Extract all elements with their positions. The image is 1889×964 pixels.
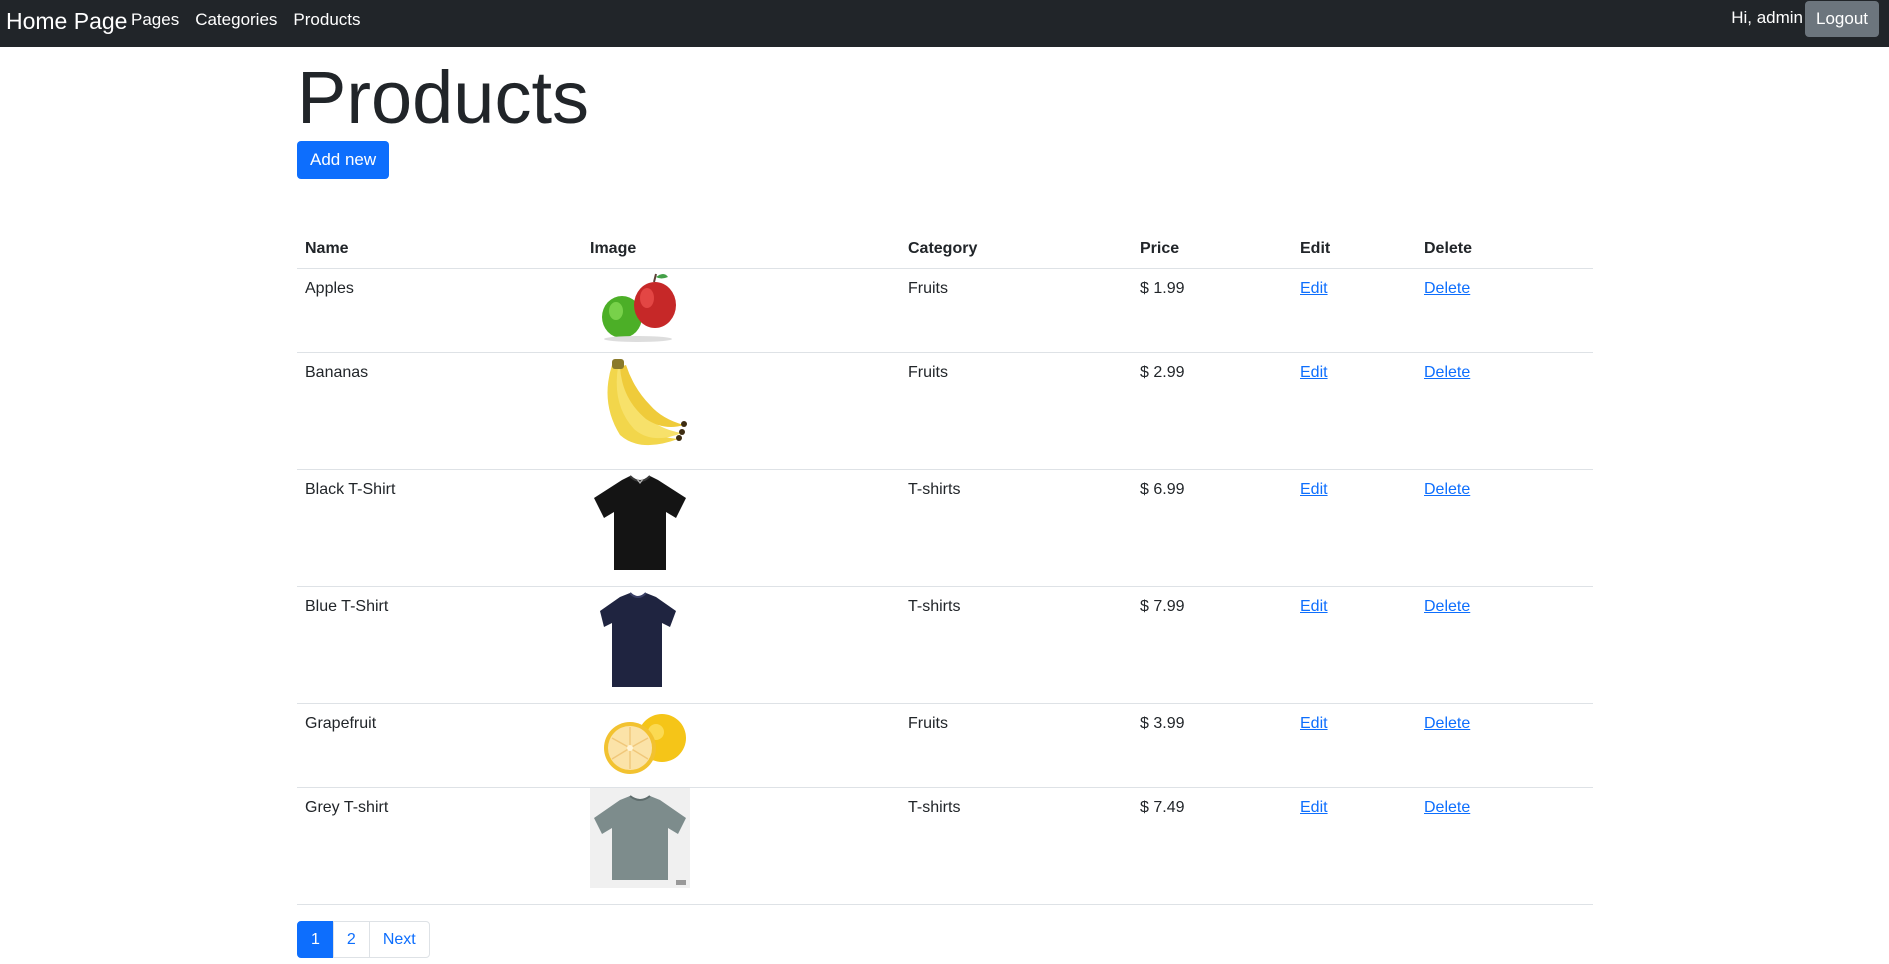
delete-link[interactable]: Delete	[1424, 481, 1470, 498]
product-category: T-shirts	[900, 586, 1132, 704]
delete-cell: Delete	[1416, 469, 1593, 587]
delete-link[interactable]: Delete	[1424, 598, 1470, 615]
delete-link[interactable]: Delete	[1424, 799, 1470, 816]
table-row: Bananas Fruits $ 2.99 Edit Delete	[297, 352, 1593, 470]
grey-tshirt-image	[590, 787, 690, 888]
products-table: Name Image Category Price Edit Delete Ap…	[297, 230, 1593, 905]
header-name: Name	[297, 230, 582, 269]
table-row: Grapefruit Fruits $ 3.99 Edit Delete	[297, 703, 1593, 788]
product-category: Fruits	[900, 268, 1132, 353]
top-navbar: Home Page Pages Categories Products Hi, …	[0, 0, 1889, 47]
product-name: Apples	[297, 268, 582, 353]
product-image-cell	[582, 352, 900, 470]
edit-cell: Edit	[1292, 268, 1416, 353]
user-greeting: Hi, admin	[1731, 8, 1803, 27]
header-price: Price	[1132, 230, 1292, 269]
bananas-image	[607, 358, 687, 445]
page-1-button[interactable]: 1	[297, 921, 334, 958]
product-image-cell	[582, 703, 900, 788]
edit-cell: Edit	[1292, 469, 1416, 587]
product-category: Fruits	[900, 352, 1132, 470]
page-title: Products	[297, 56, 590, 139]
edit-link[interactable]: Edit	[1300, 280, 1328, 297]
edit-cell: Edit	[1292, 787, 1416, 905]
delete-link[interactable]: Delete	[1424, 364, 1470, 381]
delete-cell: Delete	[1416, 703, 1593, 788]
delete-cell: Delete	[1416, 586, 1593, 704]
edit-link[interactable]: Edit	[1300, 364, 1328, 381]
delete-link[interactable]: Delete	[1424, 715, 1470, 732]
edit-cell: Edit	[1292, 586, 1416, 704]
edit-link[interactable]: Edit	[1300, 598, 1328, 615]
delete-cell: Delete	[1416, 268, 1593, 353]
header-image: Image	[582, 230, 900, 269]
product-image-cell	[582, 268, 900, 353]
table-row: Grey T-shirt T-shirts $ 7.49 Edit Delete	[297, 787, 1593, 905]
blue-tshirt-image	[600, 591, 676, 687]
table-row: Black T-Shirt T-shirts $ 6.99 Edit Delet…	[297, 469, 1593, 587]
product-name: Grey T-shirt	[297, 787, 582, 905]
product-price: $ 2.99	[1132, 352, 1292, 470]
delete-link[interactable]: Delete	[1424, 280, 1470, 297]
next-page-button[interactable]: Next	[368, 921, 430, 958]
page-2-button[interactable]: 2	[332, 921, 370, 958]
product-name: Grapefruit	[297, 703, 582, 788]
edit-cell: Edit	[1292, 703, 1416, 788]
nav-link-pages[interactable]: Pages	[131, 10, 179, 30]
product-image-cell	[582, 469, 900, 587]
nav-link-products[interactable]: Products	[293, 10, 360, 30]
product-category: Fruits	[900, 703, 1132, 788]
edit-link[interactable]: Edit	[1300, 481, 1328, 498]
product-name: Bananas	[297, 352, 582, 470]
delete-cell: Delete	[1416, 787, 1593, 905]
table-header-row: Name Image Category Price Edit Delete	[297, 230, 1593, 269]
apples-image	[602, 273, 676, 342]
main-content: Products Add new Name Image Category Pri…	[297, 47, 1593, 905]
add-new-button[interactable]: Add new	[297, 141, 390, 179]
edit-cell: Edit	[1292, 352, 1416, 470]
pagination: 1 2 Next	[297, 921, 430, 958]
edit-link[interactable]: Edit	[1300, 715, 1328, 732]
product-price: $ 6.99	[1132, 469, 1292, 587]
delete-cell: Delete	[1416, 352, 1593, 470]
nav-links: Pages Categories Products	[131, 10, 377, 30]
product-category: T-shirts	[900, 787, 1132, 905]
header-edit: Edit	[1292, 230, 1416, 269]
product-category: T-shirts	[900, 469, 1132, 587]
black-tshirt-image	[594, 474, 686, 570]
product-price: $ 7.49	[1132, 787, 1292, 905]
header-delete: Delete	[1416, 230, 1593, 269]
product-name: Black T-Shirt	[297, 469, 582, 587]
grapefruit-image	[604, 713, 686, 774]
product-image-cell	[582, 586, 900, 704]
product-price: $ 3.99	[1132, 703, 1292, 788]
table-row: Blue T-Shirt T-shirts $ 7.99 Edit Delete	[297, 586, 1593, 704]
brand-link[interactable]: Home Page	[6, 8, 127, 35]
table-row: Apples Fruits $ 1.99 Edit Delete	[297, 268, 1593, 353]
edit-link[interactable]: Edit	[1300, 799, 1328, 816]
product-image-cell	[582, 787, 900, 905]
product-name: Blue T-Shirt	[297, 586, 582, 704]
nav-link-categories[interactable]: Categories	[195, 10, 277, 30]
header-category: Category	[900, 230, 1132, 269]
logout-button[interactable]: Logout	[1805, 1, 1879, 37]
product-price: $ 1.99	[1132, 268, 1292, 353]
product-price: $ 7.99	[1132, 586, 1292, 704]
